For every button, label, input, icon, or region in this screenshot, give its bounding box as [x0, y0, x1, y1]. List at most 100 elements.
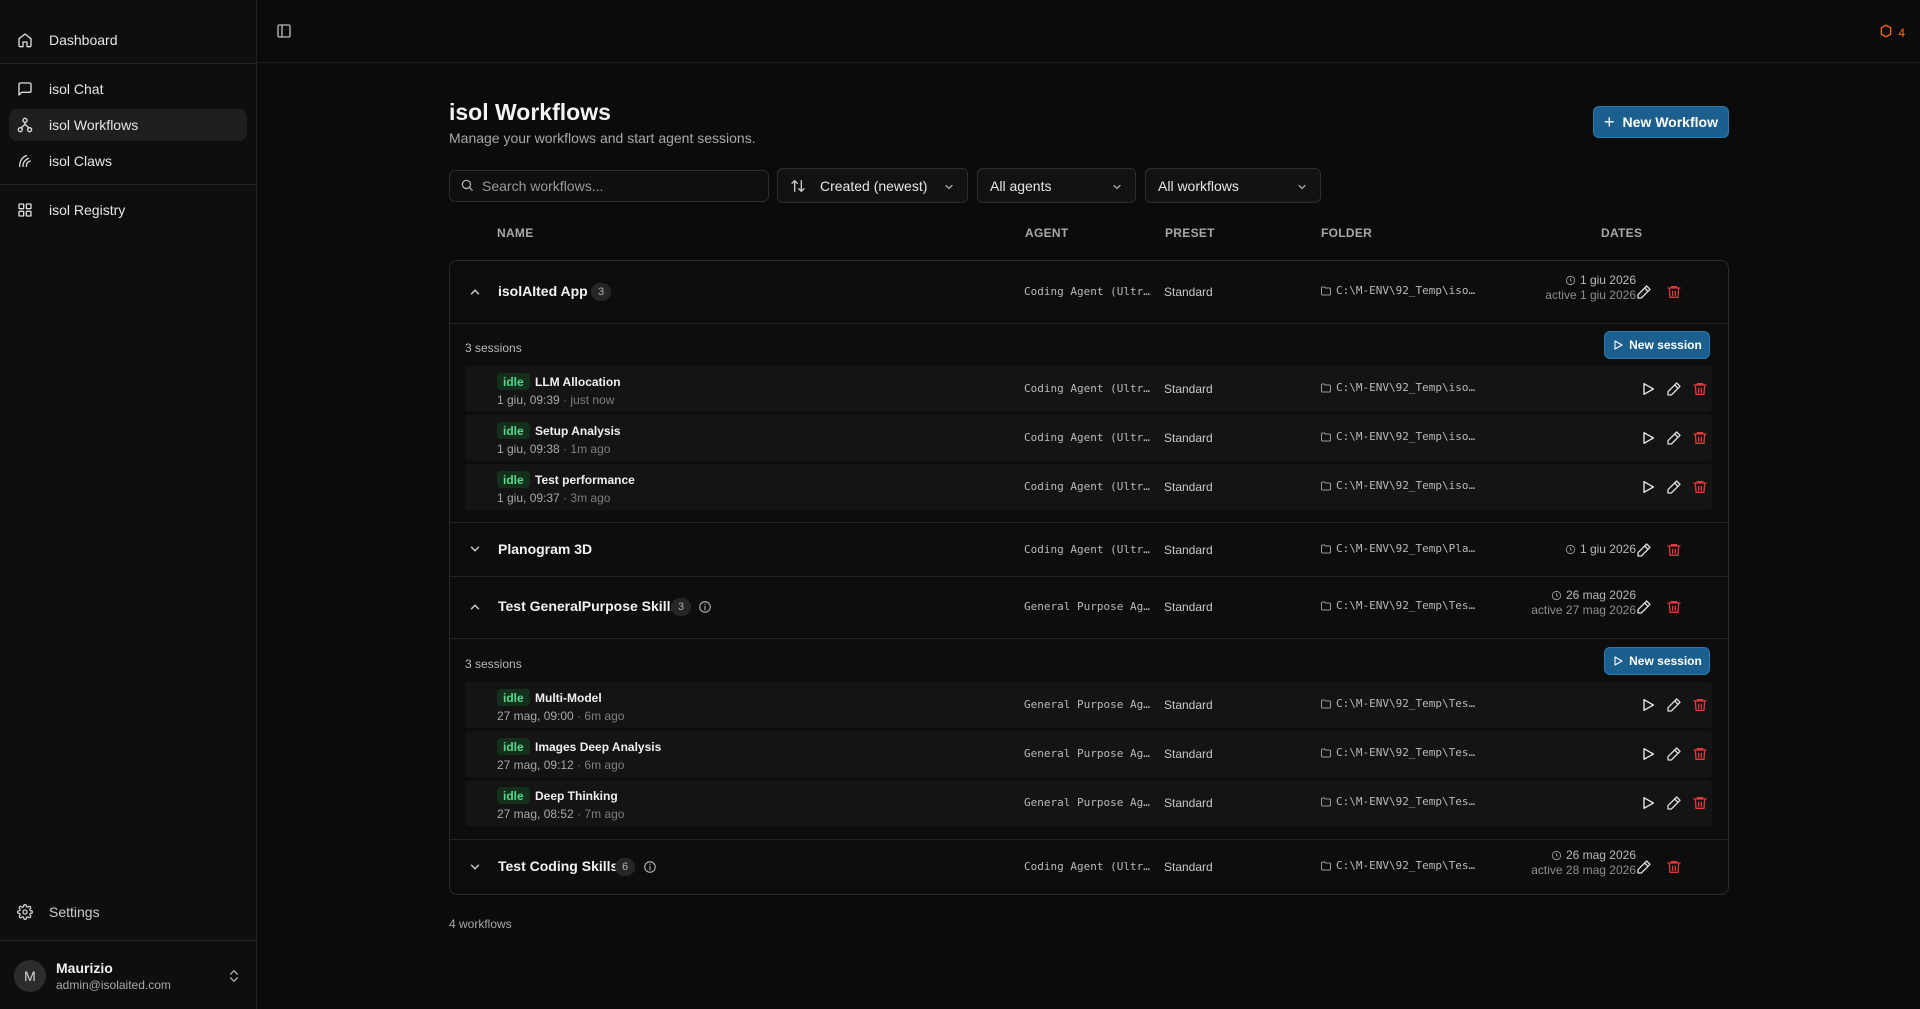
session-title[interactable]: Deep Thinking: [535, 789, 618, 803]
workflow-folder-path: C:\M-ENV\92_Temp\Pla…: [1336, 542, 1476, 555]
edit-icon[interactable]: [1636, 859, 1652, 875]
session-title[interactable]: Multi-Model: [535, 691, 602, 705]
delete-icon[interactable]: [1692, 697, 1708, 713]
session-time: 27 mag, 09:12 · 6m ago: [497, 758, 624, 772]
play-icon[interactable]: [1640, 697, 1656, 713]
delete-icon[interactable]: [1692, 479, 1708, 495]
edit-icon[interactable]: [1666, 795, 1682, 811]
divider: [0, 940, 256, 941]
delete-icon[interactable]: [1666, 542, 1682, 558]
workflow-name[interactable]: isolAIted App: [498, 283, 588, 299]
workflow-name[interactable]: Test Coding Skills: [498, 858, 618, 874]
session-row[interactable]: idle LLM Allocation 1 giu, 09:39 · just …: [465, 366, 1712, 412]
sidebar-item-isol-chat[interactable]: isol Chat: [9, 73, 247, 105]
delete-icon[interactable]: [1692, 381, 1708, 397]
session-row[interactable]: idle Test performance 1 giu, 09:37 · 3m …: [465, 464, 1712, 510]
edit-icon[interactable]: [1636, 542, 1652, 558]
session-title[interactable]: Setup Analysis: [535, 424, 621, 438]
folder-icon: [1321, 286, 1331, 295]
play-icon[interactable]: [1640, 381, 1656, 397]
workflows-select[interactable]: All workflows: [1145, 168, 1321, 203]
column-header-preset[interactable]: PRESET: [1165, 226, 1215, 240]
session-title[interactable]: Test performance: [535, 473, 635, 487]
column-header-agent[interactable]: AGENT: [1025, 226, 1069, 240]
sidebar-toggle-icon[interactable]: [276, 23, 292, 39]
workflow-name[interactable]: Test GeneralPurpose Skills: [498, 598, 678, 614]
alert-count: 4: [1898, 25, 1905, 40]
workflow-name[interactable]: Planogram 3D: [498, 541, 592, 557]
sidebar-item-label: Dashboard: [49, 32, 118, 48]
sidebar-item-settings[interactable]: Settings: [9, 896, 247, 928]
new-session-button[interactable]: New session: [1604, 331, 1710, 359]
new-workflow-button[interactable]: + New Workflow: [1593, 106, 1729, 138]
delete-icon[interactable]: [1666, 859, 1682, 875]
divider: [450, 638, 1728, 639]
active-date: active 1 giu 2026: [1545, 288, 1636, 302]
workflow-row[interactable]: Test Coding Skills 6 Coding Agent (Ultr……: [450, 840, 1728, 895]
column-header-dates[interactable]: DATES: [1601, 226, 1642, 240]
session-ago: · just now: [563, 393, 615, 407]
sidebar: Dashboard isol Chat isol Workflows isol …: [0, 0, 257, 1009]
play-icon[interactable]: [1640, 479, 1656, 495]
clock-icon: [1565, 275, 1576, 285]
session-title[interactable]: LLM Allocation: [535, 375, 621, 389]
workflow-row[interactable]: Test GeneralPurpose Skills 3 General Pur…: [450, 577, 1728, 638]
chevron-down-icon[interactable]: [468, 860, 482, 874]
play-icon[interactable]: [1640, 746, 1656, 762]
home-icon: [17, 32, 39, 48]
sidebar-item-isol-workflows[interactable]: isol Workflows: [9, 109, 247, 141]
edit-icon[interactable]: [1666, 697, 1682, 713]
chevron-up-icon[interactable]: [468, 285, 482, 299]
delete-icon[interactable]: [1666, 284, 1682, 300]
session-agent: General Purpose Ag…: [1024, 747, 1150, 760]
session-timestamp: 27 mag, 08:52: [497, 807, 574, 821]
session-folder: C:\M-ENV\92_Temp\Tes…: [1320, 697, 1478, 710]
workflows-table: isolAIted App 3 Coding Agent (Ultr… Stan…: [449, 260, 1729, 895]
edit-icon[interactable]: [1666, 381, 1682, 397]
divider: [450, 323, 1728, 324]
sidebar-item-isol-registry[interactable]: isol Registry: [9, 194, 247, 226]
search-input[interactable]: [482, 178, 752, 194]
delete-icon[interactable]: [1692, 430, 1708, 446]
sidebar-item-dashboard[interactable]: Dashboard: [9, 24, 247, 56]
workflow-preset: Standard: [1164, 543, 1213, 557]
search-icon: [460, 178, 482, 195]
chevron-down-icon[interactable]: [468, 542, 482, 556]
delete-icon[interactable]: [1692, 746, 1708, 762]
session-title[interactable]: Images Deep Analysis: [535, 740, 661, 754]
user-menu[interactable]: M Maurizio admin@isolaited.com: [14, 958, 242, 994]
session-count-badge: 6: [615, 858, 635, 876]
agents-select[interactable]: All agents: [977, 168, 1136, 203]
session-row[interactable]: idle Deep Thinking 27 mag, 08:52 · 7m ag…: [465, 780, 1712, 826]
column-header-folder[interactable]: FOLDER: [1321, 226, 1372, 240]
chevron-up-icon[interactable]: [468, 600, 482, 614]
play-icon[interactable]: [1640, 430, 1656, 446]
session-row[interactable]: idle Multi-Model 27 mag, 09:00 · 6m ago …: [465, 682, 1712, 728]
workflow-row[interactable]: isolAIted App 3 Coding Agent (Ultr… Stan…: [450, 261, 1728, 323]
new-session-button[interactable]: New session: [1604, 647, 1710, 675]
edit-icon[interactable]: [1666, 746, 1682, 762]
session-row[interactable]: idle Setup Analysis 1 giu, 09:38 · 1m ag…: [465, 415, 1712, 461]
column-header-name[interactable]: NAME: [497, 226, 534, 240]
workflow-folder: C:\M-ENV\92_Temp\Pla…: [1320, 542, 1478, 555]
workflow-row[interactable]: Planogram 3D Coding Agent (Ultr… Standar…: [450, 523, 1728, 576]
folder-icon: [1321, 544, 1331, 553]
sort-select[interactable]: Created (newest): [777, 168, 968, 203]
delete-icon[interactable]: [1692, 795, 1708, 811]
edit-icon[interactable]: [1666, 479, 1682, 495]
info-icon[interactable]: [698, 600, 712, 614]
delete-icon[interactable]: [1666, 599, 1682, 615]
alert-badge[interactable]: 4: [1879, 24, 1905, 41]
sidebar-item-isol-claws[interactable]: isol Claws: [9, 145, 247, 177]
play-icon[interactable]: [1640, 795, 1656, 811]
edit-icon[interactable]: [1666, 430, 1682, 446]
new-session-label: New session: [1629, 654, 1702, 668]
session-timestamp: 1 giu, 09:38: [497, 442, 560, 456]
created-date: 26 mag 2026: [1565, 848, 1636, 862]
info-icon[interactable]: [643, 860, 657, 874]
edit-icon[interactable]: [1636, 284, 1652, 300]
edit-icon[interactable]: [1636, 599, 1652, 615]
divider: [0, 184, 256, 185]
session-row[interactable]: idle Images Deep Analysis 27 mag, 09:12 …: [465, 731, 1712, 777]
chevron-down-icon: [1111, 180, 1123, 192]
